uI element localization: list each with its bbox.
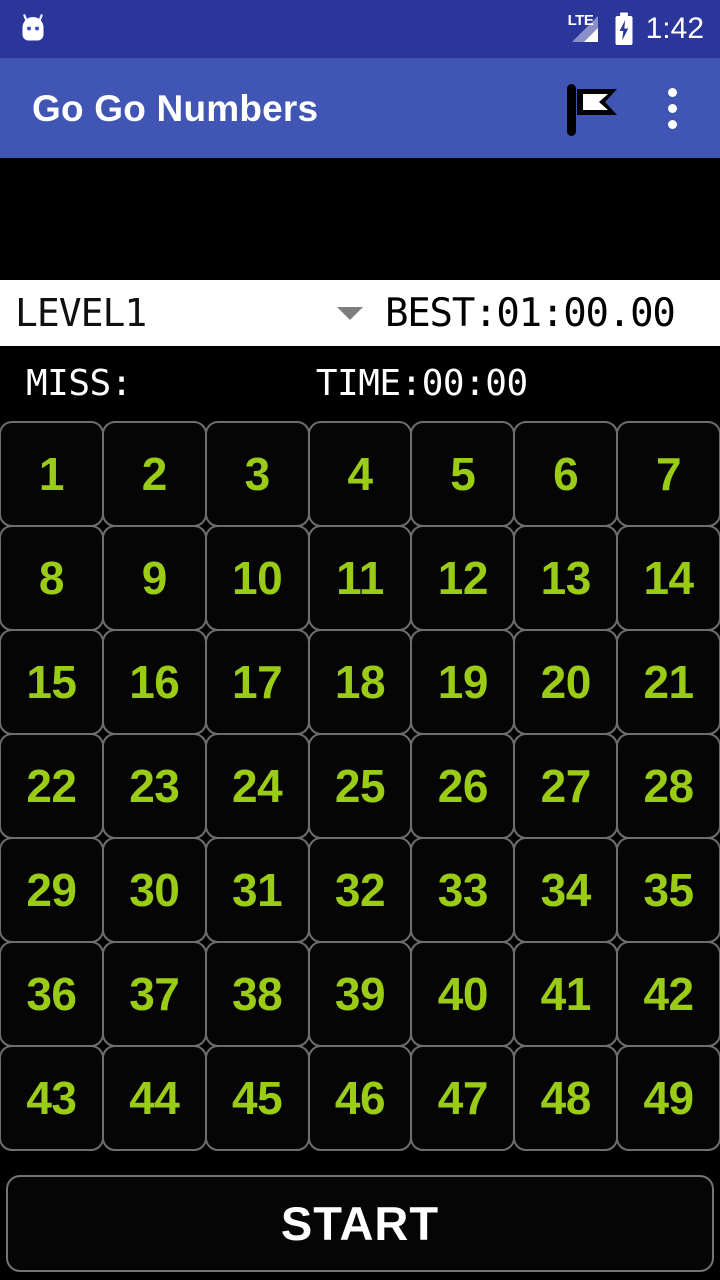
number-cell[interactable]: 41 [513,941,619,1047]
status-bar: LTE 1:42 [0,0,720,58]
number-cell[interactable]: 4 [307,421,413,527]
chevron-down-icon [337,306,363,320]
number-cell[interactable]: 45 [204,1045,310,1151]
stats-row: MISS: TIME:00:00 [0,346,720,422]
number-cell[interactable]: 1 [0,421,104,527]
number-cell[interactable]: 27 [513,733,619,839]
number-cell[interactable]: 3 [204,421,310,527]
number-cell[interactable]: 11 [307,525,413,631]
level-spinner-value: LEVEL1 [15,291,147,335]
number-cell[interactable]: 25 [307,733,413,839]
number-cell[interactable]: 39 [307,941,413,1047]
time-counter: TIME:00:00 [315,363,528,404]
number-cell[interactable]: 40 [410,941,516,1047]
number-cell[interactable]: 10 [204,525,310,631]
number-cell[interactable]: 37 [101,941,207,1047]
number-cell[interactable]: 12 [410,525,516,631]
number-cell[interactable]: 47 [410,1045,516,1151]
android-head-icon [22,14,44,41]
number-cell[interactable]: 23 [101,733,207,839]
number-cell[interactable]: 28 [616,733,720,839]
number-cell[interactable]: 21 [616,629,720,735]
number-cell[interactable]: 5 [410,421,516,527]
number-cell[interactable]: 9 [101,525,207,631]
status-icons: LTE 1:42 [568,12,704,46]
miss-counter: MISS: [26,363,132,404]
number-cell[interactable]: 13 [513,525,619,631]
number-cell[interactable]: 7 [616,421,720,527]
number-cell[interactable]: 33 [410,837,516,943]
number-cell[interactable]: 46 [307,1045,413,1151]
number-cell[interactable]: 20 [513,629,619,735]
overflow-dot [667,119,677,129]
app-bar: Go Go Numbers [0,58,720,158]
overflow-dot [667,103,677,113]
best-time-label: BEST:01:00.00 [385,290,676,336]
number-cell[interactable]: 29 [0,837,104,943]
status-bar-clock: 1:42 [645,12,704,45]
number-cell[interactable]: 42 [616,941,720,1047]
flag-icon[interactable] [546,63,636,153]
number-cell[interactable]: 8 [0,525,104,631]
number-cell[interactable]: 15 [0,629,104,735]
signal-bars-icon: LTE [568,12,602,46]
number-cell[interactable]: 48 [513,1045,619,1151]
number-cell[interactable]: 38 [204,941,310,1047]
number-cell[interactable]: 16 [101,629,207,735]
number-grid: 1 2 3 4 5 6 7 8 9 10 11 12 13 14 15 16 17 18 19 20 21 22 23 24 2… [0,421,720,1151]
ad-banner-placeholder [0,158,720,280]
number-cell[interactable]: 26 [410,733,516,839]
number-cell[interactable]: 36 [0,941,104,1047]
number-cell[interactable]: 35 [616,837,720,943]
overflow-dot [667,87,677,97]
network-type-label: LTE [567,12,594,29]
level-spinner[interactable]: LEVEL1 [0,280,385,346]
number-cell[interactable]: 44 [101,1045,207,1151]
number-cell[interactable]: 14 [616,525,720,631]
app-screen: LTE 1:42 Go Go Numbers LEVEL1 BEST:01:00… [0,0,720,1280]
number-cell[interactable]: 43 [0,1045,104,1151]
number-cell[interactable]: 22 [0,733,104,839]
number-cell[interactable]: 49 [616,1045,720,1151]
number-cell[interactable]: 30 [101,837,207,943]
number-cell[interactable]: 6 [513,421,619,527]
number-cell[interactable]: 2 [101,421,207,527]
number-cell[interactable]: 19 [410,629,516,735]
number-cell[interactable]: 24 [204,733,310,839]
battery-charging-icon [615,12,633,45]
number-cell[interactable]: 32 [307,837,413,943]
start-button[interactable]: START [6,1175,714,1272]
overflow-menu-icon[interactable] [644,63,700,153]
info-bar: LEVEL1 BEST:01:00.00 [0,280,720,346]
app-bar-actions [546,63,700,153]
number-cell[interactable]: 31 [204,837,310,943]
number-cell[interactable]: 34 [513,837,619,943]
number-cell[interactable]: 18 [307,629,413,735]
number-cell[interactable]: 17 [204,629,310,735]
app-title: Go Go Numbers [32,87,319,129]
